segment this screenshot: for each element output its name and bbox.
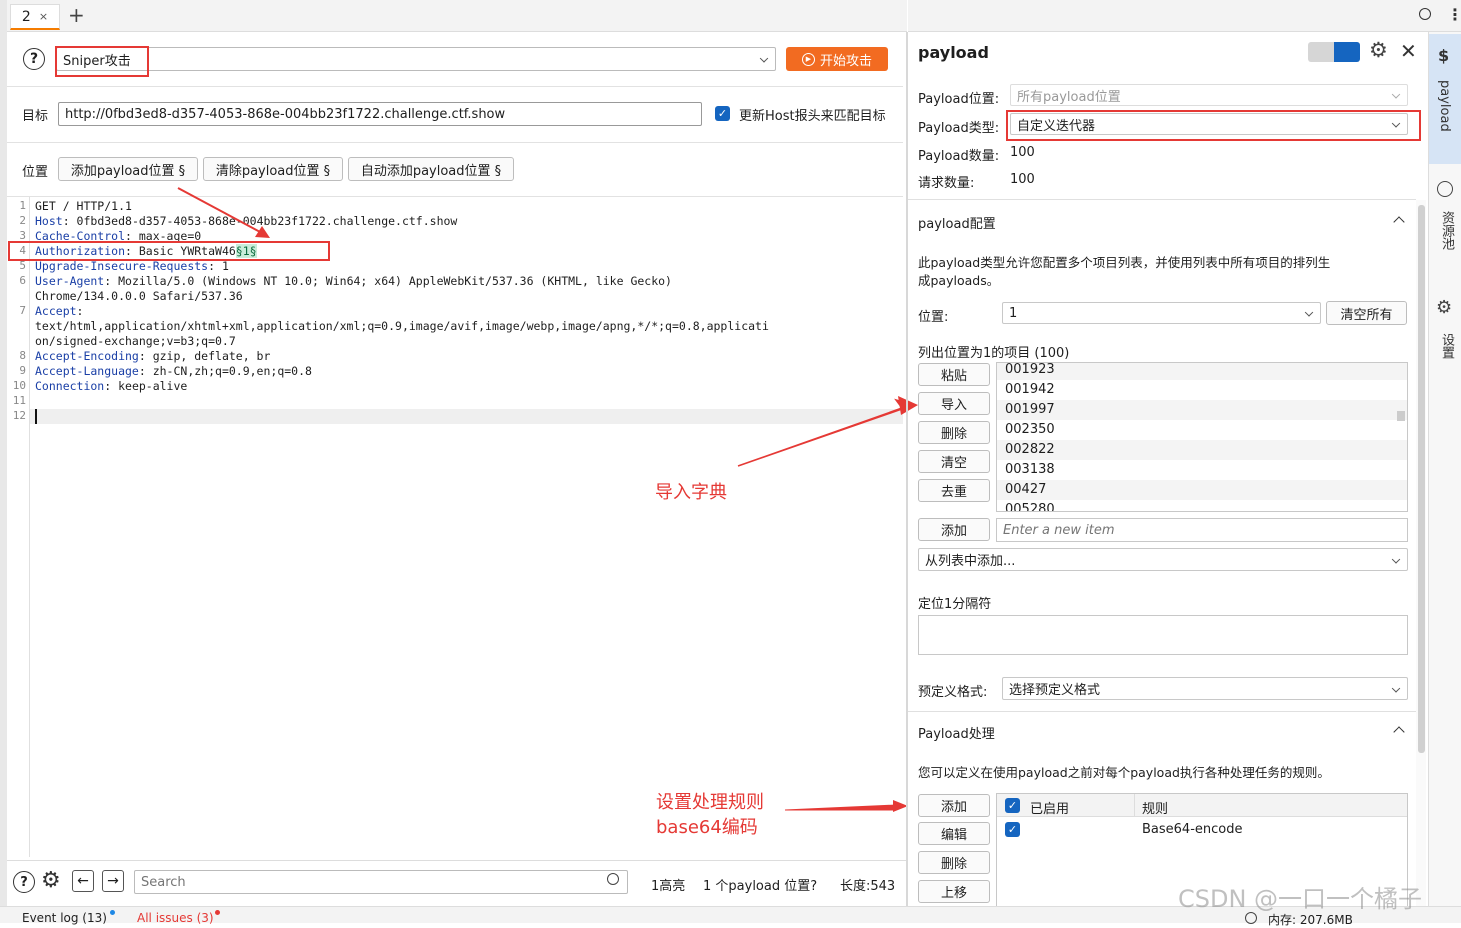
list-item[interactable]: 001923 bbox=[997, 363, 1407, 380]
request-length: 长度:543 bbox=[840, 879, 896, 894]
new-item-input[interactable] bbox=[996, 518, 1408, 542]
position-label: 位置: bbox=[918, 310, 949, 325]
help-icon[interactable]: ? bbox=[13, 871, 35, 893]
pane-splitter[interactable] bbox=[906, 32, 908, 906]
issues-dot bbox=[215, 910, 220, 915]
annotation-rule-2: base64编码 bbox=[656, 817, 758, 838]
config-description-2: 成payloads。 bbox=[918, 273, 1000, 288]
processing-description: 您可以定义在使用payload之前对每个payload执行各种处理任务的规则。 bbox=[918, 765, 1330, 780]
rule-enabled-checkbox[interactable]: ✓ bbox=[1005, 822, 1020, 837]
position-select[interactable]: 1 bbox=[1002, 302, 1321, 324]
arrow-to-import bbox=[737, 398, 912, 467]
delete-rule-button[interactable]: 删除 bbox=[918, 851, 990, 874]
section-divider bbox=[908, 199, 1416, 200]
list-item[interactable]: 001997 bbox=[997, 400, 1407, 420]
paste-button[interactable]: 粘贴 bbox=[918, 363, 990, 386]
back-button[interactable]: ← bbox=[72, 870, 94, 892]
search-icon[interactable] bbox=[1419, 8, 1431, 20]
forward-button[interactable]: → bbox=[102, 870, 124, 892]
add-item-button[interactable]: 添加 bbox=[918, 518, 990, 541]
dollar-icon: $ bbox=[1438, 46, 1450, 65]
config-description: 此payload类型允许您配置多个项目列表，并使用列表中所有项目的排列生 bbox=[918, 255, 1331, 270]
payload-position-value: 所有payload位置 bbox=[1017, 89, 1121, 105]
side-tab-resources-label[interactable]: 资源池 bbox=[1437, 211, 1456, 250]
rule-value: Base64-encode bbox=[1142, 822, 1243, 837]
highlights-count: 1高亮 bbox=[651, 879, 686, 894]
list-item[interactable]: 002822 bbox=[997, 440, 1407, 460]
layout-toggle-right[interactable] bbox=[1334, 42, 1360, 62]
resource-pool-icon bbox=[1437, 181, 1453, 197]
settings-gear-icon[interactable]: ⚙ bbox=[1369, 38, 1388, 62]
list-item[interactable]: 00427 bbox=[997, 480, 1407, 500]
payload-count-label: Payload数量: bbox=[918, 149, 1000, 164]
payload-panel-title: payload bbox=[918, 43, 989, 62]
annotation-box-payload-type bbox=[1006, 110, 1421, 141]
import-button[interactable]: 导入 bbox=[918, 392, 990, 415]
side-tab-payload-label: payload bbox=[1437, 80, 1452, 132]
arrow-head bbox=[255, 226, 270, 238]
separator-label: 定位1分隔符 bbox=[918, 597, 992, 612]
list-title: 列出位置为1的项目 (100) bbox=[918, 346, 1070, 361]
rules-header-divider bbox=[1134, 794, 1135, 817]
payload-position-label: Payload位置: bbox=[918, 92, 1000, 107]
enabled-all-checkbox[interactable]: ✓ bbox=[1005, 798, 1020, 813]
payload-type-label: Payload类型: bbox=[918, 121, 1000, 136]
col-rule-header: 规则 bbox=[1142, 802, 1169, 817]
annotation-import-dict: 导入字典 bbox=[655, 482, 727, 503]
side-tab-settings-label[interactable]: 设置 bbox=[1437, 333, 1456, 359]
event-dot bbox=[110, 910, 115, 915]
watermark: CSDN @一口一个橘子 bbox=[1178, 885, 1423, 913]
move-up-rule-button[interactable]: 上移 bbox=[918, 880, 990, 903]
add-rule-button[interactable]: 添加 bbox=[918, 794, 990, 817]
panel-scrollbar-thumb[interactable] bbox=[1418, 205, 1425, 753]
payload-config-title: payload配置 bbox=[918, 217, 996, 232]
predefined-format-label: 预定义格式: bbox=[918, 685, 988, 700]
edit-rule-button[interactable]: 编辑 bbox=[918, 822, 990, 845]
list-scrollbar-thumb[interactable] bbox=[1397, 411, 1405, 421]
payload-processing-title: Payload处理 bbox=[918, 727, 995, 742]
section-divider bbox=[908, 711, 1416, 712]
close-panel-icon[interactable]: ✕ bbox=[1400, 39, 1417, 63]
payload-count-value: 100 bbox=[1010, 145, 1035, 160]
request-count-label: 请求数量: bbox=[918, 176, 975, 191]
footer-bar bbox=[7, 860, 907, 861]
list-item[interactable]: 003138 bbox=[997, 460, 1407, 480]
list-item[interactable]: 005280 bbox=[997, 500, 1407, 511]
top-bar-right bbox=[908, 0, 1461, 32]
separator-input[interactable] bbox=[918, 615, 1408, 655]
items-list[interactable]: 001923 001942 001997 002350 002822 00313… bbox=[996, 362, 1408, 512]
annotation-rule-1: 设置处理规则 bbox=[656, 792, 764, 813]
add-from-list-select[interactable]: 从列表中添加... bbox=[918, 548, 1408, 571]
add-from-list-value: 从列表中添加... bbox=[925, 554, 1016, 569]
gear-icon[interactable]: ⚙ bbox=[41, 868, 61, 893]
request-count-value: 100 bbox=[1010, 172, 1035, 187]
payload-position-select[interactable]: 所有payload位置 bbox=[1010, 84, 1408, 106]
clear-button[interactable]: 清空 bbox=[918, 450, 990, 473]
col-enabled-header: 已启用 bbox=[1030, 802, 1070, 817]
delete-button[interactable]: 删除 bbox=[918, 421, 990, 444]
list-item[interactable]: 001942 bbox=[997, 380, 1407, 400]
arrow-head bbox=[898, 396, 918, 415]
layout-toggle-left[interactable] bbox=[1308, 42, 1334, 62]
payload-positions-count: 1 个payload 位置? bbox=[703, 879, 818, 894]
position-value: 1 bbox=[1009, 305, 1018, 321]
predefined-format-value: 选择预定义格式 bbox=[1009, 683, 1101, 698]
search-icon[interactable] bbox=[607, 873, 619, 885]
more-menu-icon[interactable]: ⋮ bbox=[1447, 5, 1461, 24]
predefined-format-select[interactable]: 选择预定义格式 bbox=[1002, 677, 1408, 700]
settings-icon: ⚙ bbox=[1436, 297, 1453, 318]
search-input[interactable] bbox=[134, 870, 628, 894]
dedupe-button[interactable]: 去重 bbox=[918, 479, 990, 502]
arrow-to-add-rule bbox=[784, 804, 897, 811]
list-item[interactable]: 002350 bbox=[997, 420, 1407, 440]
clear-all-button[interactable]: 清空所有 bbox=[1326, 301, 1407, 325]
arrow-to-marker bbox=[177, 187, 263, 234]
